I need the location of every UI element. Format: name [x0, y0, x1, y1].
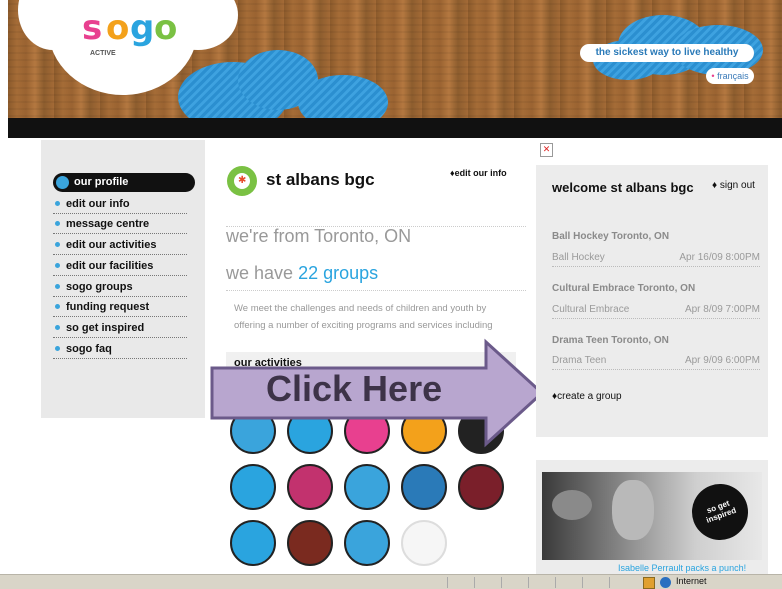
- sidebar-item-label: sogo faq: [66, 343, 112, 355]
- edit-info-label: edit our info: [454, 168, 507, 178]
- description-line: offering a number of exciting programs a…: [234, 320, 493, 331]
- header-band: [8, 118, 782, 138]
- browser-status-bar: Internet: [0, 574, 782, 589]
- welcome-text: welcome st albans bgc: [552, 180, 694, 195]
- logo-subtitle: ACTIVE: [90, 50, 116, 57]
- tagline-badge: the sickest way to live healthy: [580, 44, 754, 62]
- broken-image-icon: ✕: [540, 143, 553, 157]
- activity-avatar[interactable]: [344, 464, 390, 510]
- sidebar-item-our-profile[interactable]: our profile: [53, 173, 195, 192]
- event-row[interactable]: Drama Teen Apr 9/09 6:00PM: [552, 355, 760, 370]
- sidebar-item-label: funding request: [66, 301, 150, 313]
- promo-caption[interactable]: Isabelle Perrault packs a punch!: [618, 563, 746, 573]
- event-row[interactable]: Ball Hockey Apr 16/09 8:00PM: [552, 252, 760, 267]
- event-date: Apr 9/09 6:00PM: [684, 355, 760, 366]
- logo-letter-o: o: [154, 8, 178, 48]
- bullet-icon: [55, 242, 60, 247]
- groups-prefix: we have: [226, 263, 294, 283]
- bullet-icon: [55, 263, 60, 268]
- activity-avatar[interactable]: [287, 464, 333, 510]
- create-group-link[interactable]: ♦create a group: [552, 391, 622, 402]
- event-name: Ball Hockey: [552, 252, 605, 263]
- sidebar-item-label: edit our facilities: [66, 260, 154, 272]
- logo-letter-s: s: [82, 8, 103, 48]
- logo-letter-g: g: [130, 8, 155, 48]
- sidebar-item-label: sogo groups: [66, 281, 133, 293]
- activity-avatar[interactable]: [230, 464, 276, 510]
- sidebar-item-funding-request[interactable]: funding request: [53, 299, 187, 317]
- bullet-icon: ♦: [712, 180, 718, 191]
- sidebar-item-so-get-inspired[interactable]: so get inspired: [53, 320, 187, 338]
- sidebar-item-label: edit our activities: [66, 239, 157, 251]
- activity-avatar[interactable]: [401, 464, 447, 510]
- inspired-badge: so get inspired: [684, 476, 756, 548]
- language-label: français: [717, 71, 749, 81]
- page-title: st albans bgc: [266, 170, 375, 189]
- sidebar-item-edit-our-facilities[interactable]: edit our facilities: [53, 258, 187, 276]
- activity-avatar[interactable]: [458, 464, 504, 510]
- event-title[interactable]: Cultural Embrace Toronto, ON: [552, 283, 695, 294]
- location-text: we're from Toronto, ON: [226, 226, 412, 246]
- event-date: Apr 16/09 8:00PM: [679, 252, 760, 263]
- tagline-text: the sickest way to live healthy: [595, 47, 739, 58]
- globe-icon: [660, 577, 671, 588]
- click-here-label: Click Here: [266, 368, 443, 409]
- groups-summary: we have 22 groups: [226, 263, 378, 284]
- sogo-logo[interactable]: s o g o ACTIVE: [82, 6, 192, 58]
- sidebar-item-label: so get inspired: [66, 322, 145, 334]
- activity-avatar[interactable]: [344, 520, 390, 566]
- event-date: Apr 8/09 7:00PM: [684, 304, 760, 315]
- sidebar-item-edit-our-info[interactable]: edit our info: [53, 196, 187, 214]
- sign-out-label: sign out: [719, 180, 755, 191]
- face-shape: [612, 480, 654, 540]
- logo-letter-o: o: [106, 8, 130, 48]
- sidebar-item-edit-our-activities[interactable]: edit our activities: [53, 237, 187, 255]
- profile-avatar: ✱: [227, 166, 257, 196]
- bullet-icon: [55, 346, 60, 351]
- sidebar-item-label: our profile: [74, 176, 129, 188]
- activity-avatar[interactable]: [287, 520, 333, 566]
- sidebar-item-sogo-groups[interactable]: sogo groups: [53, 279, 187, 297]
- profile-icon: [56, 176, 69, 189]
- event-title[interactable]: Drama Teen Toronto, ON: [552, 335, 669, 346]
- zone-label: Internet: [676, 576, 707, 586]
- activity-avatar[interactable]: [230, 520, 276, 566]
- promo-photo[interactable]: so get inspired: [542, 472, 762, 560]
- sidebar-item-label: edit our info: [66, 198, 130, 210]
- groups-count-link[interactable]: 22 groups: [298, 263, 378, 283]
- bullet-icon: •: [711, 71, 715, 81]
- inspired-badge-text: so get inspired: [705, 498, 738, 525]
- bullet-icon: [55, 201, 60, 206]
- bullet-icon: [55, 325, 60, 330]
- edit-info-link[interactable]: ♦edit our info: [450, 168, 507, 178]
- description-line: We meet the challenges and needs of chil…: [234, 303, 487, 314]
- bullet-icon: [55, 221, 60, 226]
- divider: [226, 290, 526, 291]
- security-icon: [643, 577, 655, 589]
- fist-shape: [552, 490, 592, 520]
- sign-out-link[interactable]: ♦ sign out: [712, 180, 755, 191]
- star-icon: ✱: [238, 175, 247, 186]
- event-row[interactable]: Cultural Embrace Apr 8/09 7:00PM: [552, 304, 760, 319]
- event-name: Cultural Embrace: [552, 304, 630, 315]
- sidebar-item-sogo-faq[interactable]: sogo faq: [53, 341, 187, 359]
- event-name: Drama Teen: [552, 355, 607, 366]
- create-group-label: create a group: [557, 391, 622, 402]
- language-button[interactable]: • français: [706, 68, 754, 84]
- bullet-icon: [55, 284, 60, 289]
- sidebar-item-message-centre[interactable]: message centre: [53, 216, 187, 234]
- event-title[interactable]: Ball Hockey Toronto, ON: [552, 231, 669, 242]
- activity-avatar[interactable]: [401, 520, 447, 566]
- sidebar-item-label: message centre: [66, 218, 150, 230]
- bullet-icon: [55, 304, 60, 309]
